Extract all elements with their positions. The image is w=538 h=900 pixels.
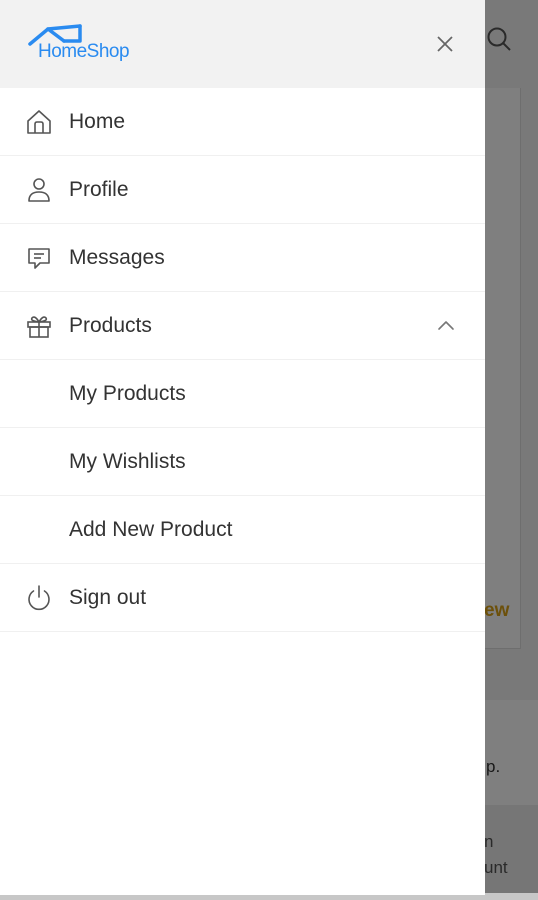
submenu-item-add-new-product[interactable]: Add New Product [0,496,485,564]
submenu-item-label: My Wishlists [69,449,186,473]
menu-item-label: Profile [69,177,129,201]
menu-item-products[interactable]: Products [0,292,485,360]
drawer-header: HomeShop [0,0,485,88]
message-icon [24,243,54,273]
menu-item-label: Sign out [69,585,147,609]
side-drawer: HomeShop Home Profile Messages Products … [0,0,485,895]
menu-item-profile[interactable]: Profile [0,156,485,224]
home-icon [24,107,54,137]
menu-item-messages[interactable]: Messages [0,224,485,292]
brand-logo[interactable]: HomeShop [28,22,138,68]
menu-item-label: Messages [69,245,165,269]
submenu-item-my-products[interactable]: My Products [0,360,485,428]
power-icon [24,583,54,613]
brand-name: HomeShop [38,41,130,62]
submenu-item-my-wishlists[interactable]: My Wishlists [0,428,485,496]
menu-item-label: Home [69,109,126,133]
gift-icon [24,311,54,341]
menu-item-label: Products [69,313,152,337]
submenu-item-label: Add New Product [69,517,233,541]
submenu-item-label: My Products [69,381,186,405]
menu-item-sign-out[interactable]: Sign out [0,564,485,632]
close-icon[interactable] [432,31,458,57]
user-icon [24,175,54,205]
chevron-up-icon[interactable] [434,314,458,338]
drawer-menu: Home Profile Messages Products My Produc… [0,88,485,632]
menu-item-home[interactable]: Home [0,88,485,156]
